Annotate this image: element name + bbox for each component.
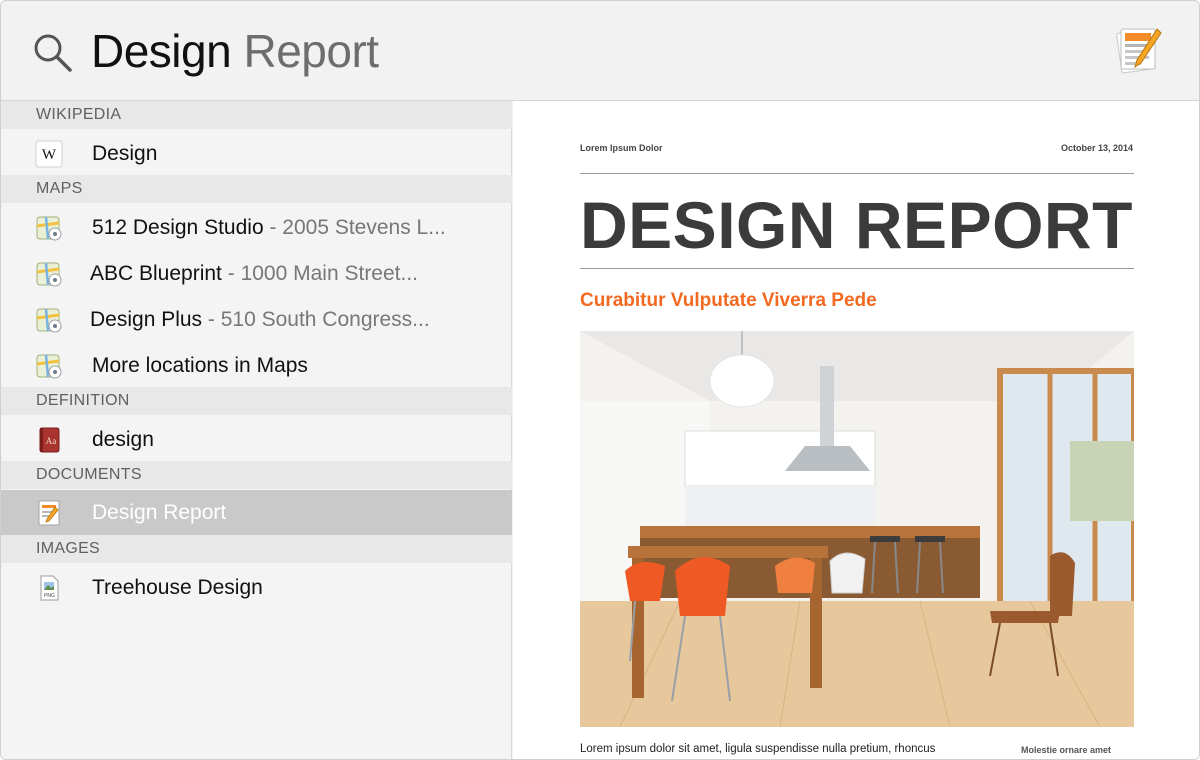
search-bar[interactable]: Design Report [1, 1, 1199, 101]
doc-body-text: Lorem ipsum dolor sit amet, ligula suspe… [580, 743, 936, 755]
search-input[interactable]: Design Report [91, 23, 379, 79]
result-subtitle: - 510 South Congress... [202, 308, 430, 331]
section-header-documents: DOCUMENTS [1, 461, 512, 489]
result-title: More locations in Maps [92, 354, 308, 377]
section-header-images: IMAGES [1, 535, 512, 563]
section-header-wikipedia: WIKIPEDIA [1, 101, 512, 129]
pages-app-icon[interactable] [1111, 23, 1165, 77]
svg-text:Aa: Aa [46, 436, 57, 446]
search-icon [34, 34, 72, 72]
doc-header-date: October 13, 2014 [1061, 143, 1134, 153]
document-preview: Lorem Ipsum Dolor October 13, 2014 DESIG… [513, 101, 1199, 759]
result-definition-design[interactable]: Aa design [1, 417, 512, 463]
maps-icon [36, 216, 62, 241]
doc-rule-top [580, 173, 1134, 174]
doc-caption: Molestie ornare amet [1021, 745, 1112, 755]
result-maps-more-locations[interactable]: More locations in Maps [1, 343, 512, 389]
result-title: Design Report [92, 501, 227, 524]
result-maps-design-plus[interactable]: Design Plus - 510 South Congress... [1, 297, 512, 343]
section-header-definition: DEFINITION [1, 387, 512, 415]
result-subtitle: - 1000 Main Street... [221, 262, 419, 285]
png-file-icon: PNG [40, 575, 59, 601]
doc-title: DESIGN REPORT [580, 188, 1133, 262]
result-title: Treehouse Design [92, 576, 263, 599]
result-image-treehouse-design[interactable]: PNG Treehouse Design [1, 565, 512, 611]
result-title: Design [92, 142, 158, 165]
dictionary-icon: Aa [39, 427, 60, 453]
search-autocomplete-text: Report [231, 25, 379, 77]
result-title: ABC Blueprint - 1000 Main Street... [90, 262, 419, 285]
kitchen-dining-room-photo [580, 331, 1134, 727]
result-document-design-report[interactable]: Design Report [1, 490, 512, 536]
result-title: design [92, 428, 154, 451]
spotlight-window: Design Report WIKIPEDIA W Design MAPS 51… [0, 0, 1200, 760]
result-title: Design Plus - 510 South Congress... [90, 308, 430, 331]
result-wikipedia-design[interactable]: W Design [1, 131, 512, 177]
doc-header-left: Lorem Ipsum Dolor [580, 143, 663, 153]
doc-subtitle: Curabitur Vulputate Viverra Pede [580, 290, 877, 311]
svg-text:W: W [42, 147, 57, 163]
doc-rule-bottom [580, 268, 1134, 269]
pages-document-icon [38, 500, 60, 526]
search-typed-text: Design [91, 25, 232, 77]
maps-icon [36, 354, 62, 379]
svg-text:PNG: PNG [44, 593, 55, 599]
result-subtitle: - 2005 Stevens L... [263, 216, 446, 239]
section-header-maps: MAPS [1, 175, 512, 203]
result-maps-512-design-studio[interactable]: 512 Design Studio - 2005 Stevens L... [1, 205, 512, 251]
maps-icon [36, 308, 62, 333]
result-maps-abc-blueprint[interactable]: ABC Blueprint - 1000 Main Street... [1, 251, 512, 297]
wikipedia-icon: W [35, 140, 63, 168]
result-title: 512 Design Studio - 2005 Stevens L... [92, 216, 446, 239]
results-list: WIKIPEDIA W Design MAPS 512 Design Studi… [1, 101, 512, 759]
maps-icon [36, 262, 62, 287]
